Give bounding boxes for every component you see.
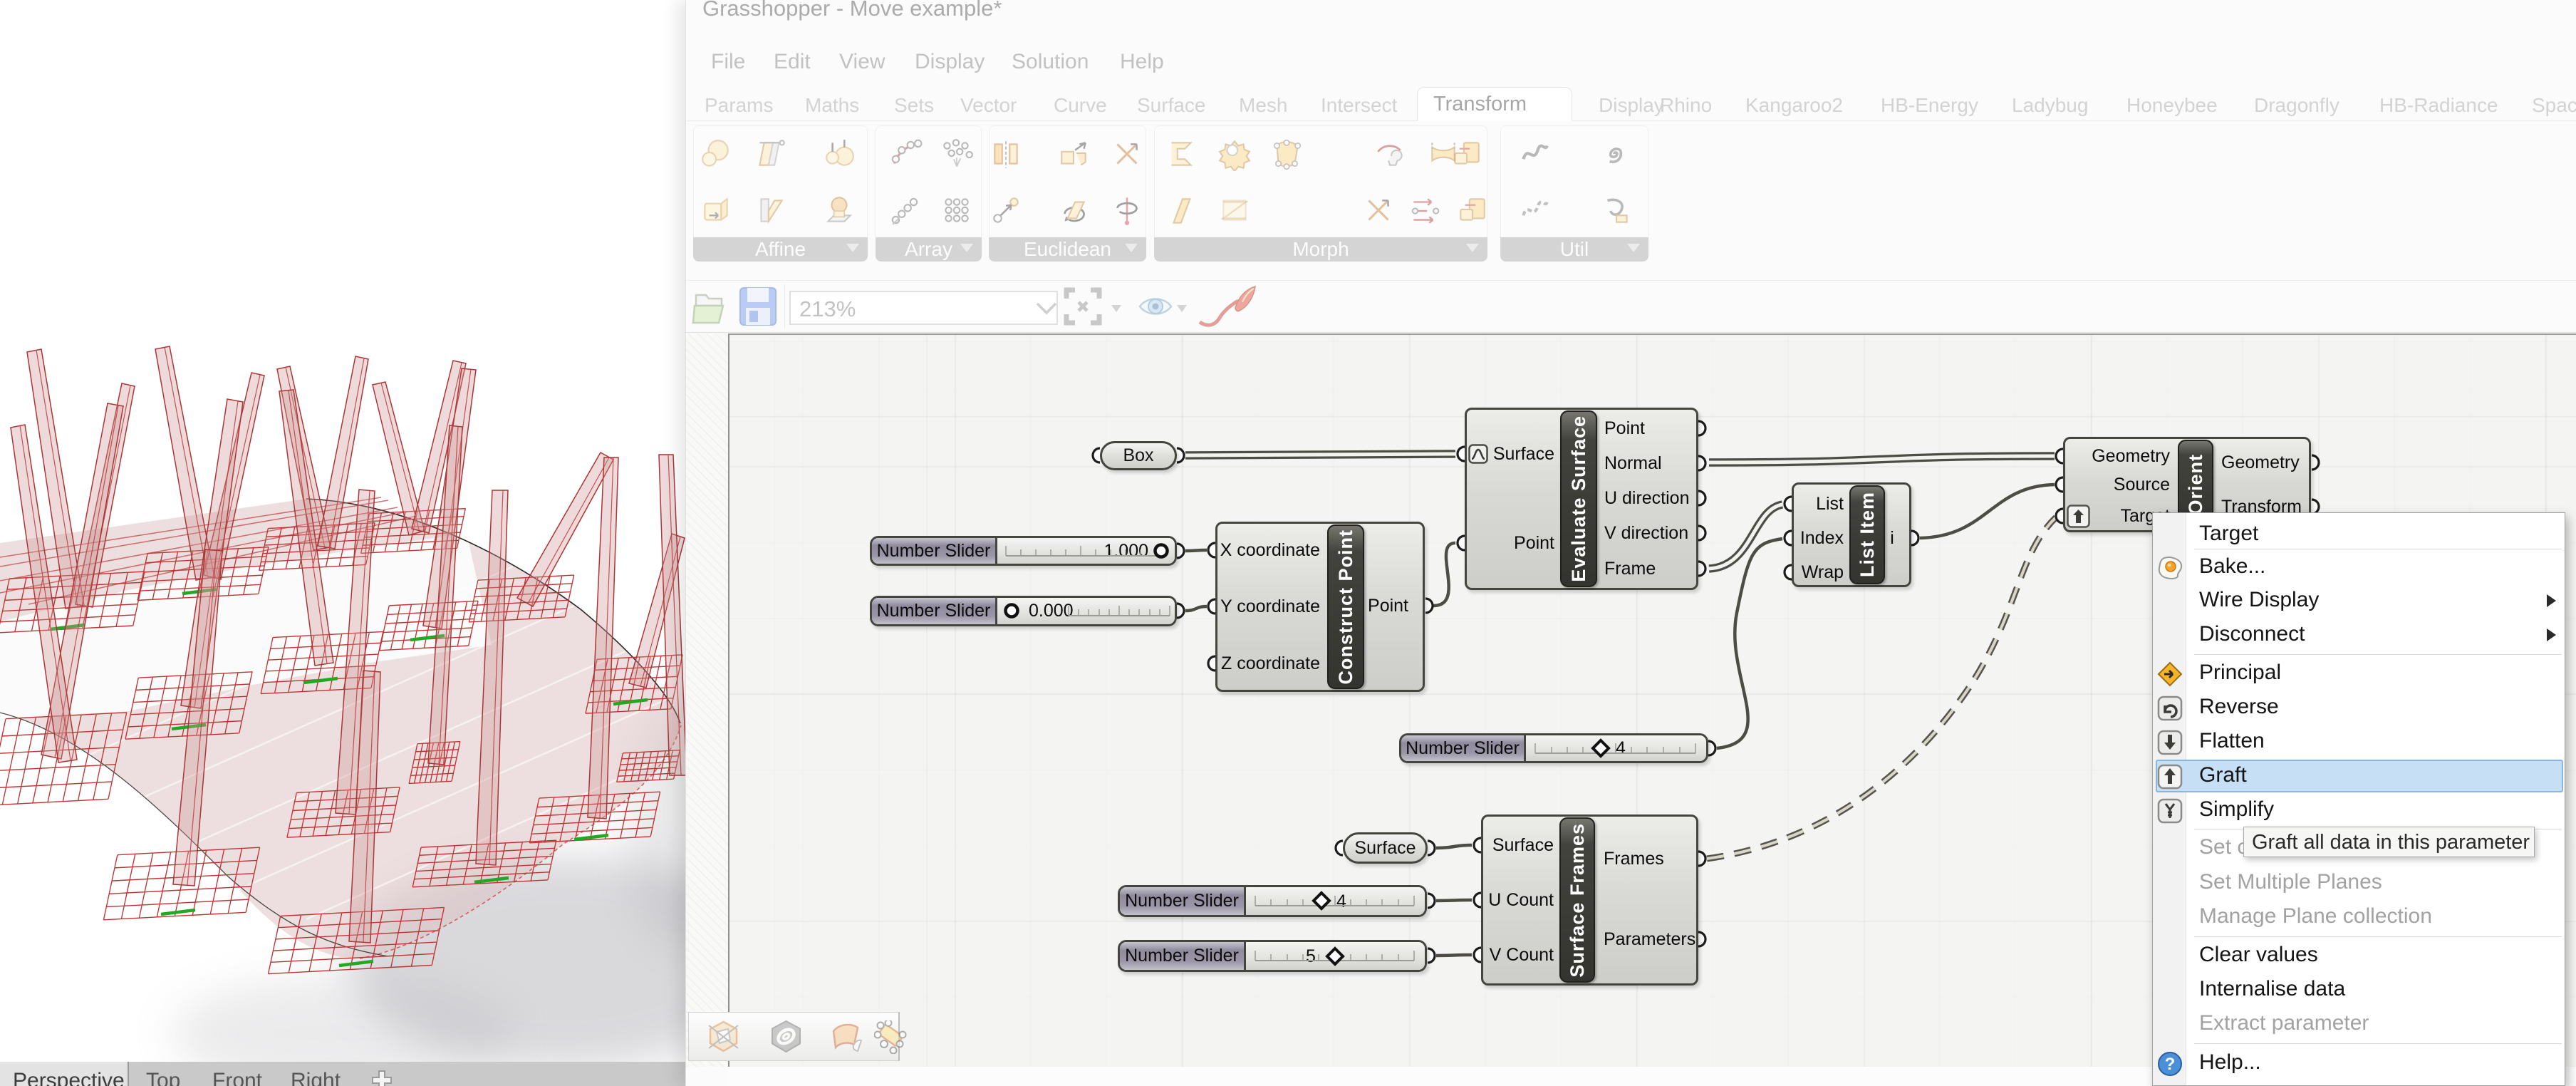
svg-text:?: ? <box>2165 1055 2176 1074</box>
